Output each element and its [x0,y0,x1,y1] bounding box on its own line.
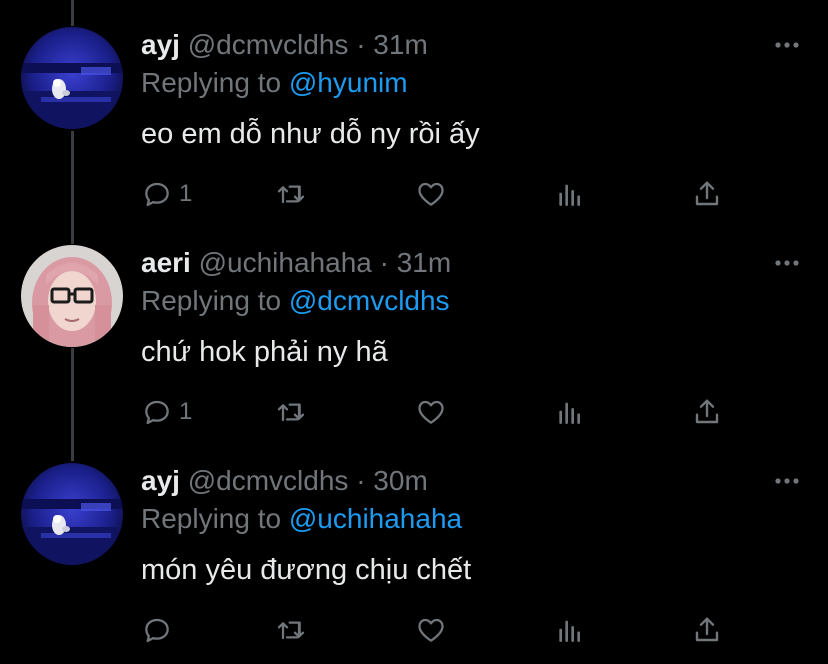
username[interactable]: @dcmvcldhs [188,29,349,60]
retweet-button[interactable] [275,174,307,214]
reply-icon [145,618,169,643]
like-button[interactable] [415,610,447,650]
reply-count: 1 [179,398,193,425]
retweet-button[interactable] [275,392,307,432]
like-icon [418,400,444,424]
replying-to-label: Replying to [141,503,282,534]
share-button[interactable] [691,174,723,214]
replying-to-label: Replying to [141,67,282,98]
retweet-button[interactable] [275,610,307,650]
share-button[interactable] [691,392,723,432]
avatar[interactable] [21,27,123,129]
reply-count: 1 [179,180,193,207]
share-icon [695,617,719,642]
separator: · [379,247,389,278]
share-button[interactable] [691,610,723,650]
tweet-text: món yêu đương chịu chết [141,554,472,586]
avatar[interactable] [21,463,123,565]
replying-to: Replying to @dcmvcldhs [141,284,450,318]
reply-icon [145,400,169,425]
analytics-icon [559,402,580,424]
tweet[interactable]: ayj @dcmvcldhs · 31m Replying to @hyunim… [0,0,828,218]
timestamp[interactable]: 30m [373,465,427,496]
mention-link[interactable]: @uchihahaha [289,503,462,534]
share-icon [695,181,719,206]
analytics-button[interactable] [554,610,586,650]
separator: · [356,29,366,60]
mention-link[interactable]: @dcmvcldhs [289,285,450,316]
reply-button[interactable]: 1 [141,174,192,214]
reply-icon [145,182,169,207]
tweet[interactable]: ayj @dcmvcldhs · 30m Replying to @uchiha… [0,436,828,654]
tweet-header: aeri @uchihahaha · 31m [141,246,451,280]
more-icon[interactable] [774,476,800,486]
like-button[interactable] [415,392,447,432]
tweet-text: chứ hok phải ny hã [141,336,388,368]
analytics-button[interactable] [554,174,586,214]
username[interactable]: @dcmvcldhs [188,465,349,496]
display-name[interactable]: ayj [141,29,180,60]
mention-link[interactable]: @hyunim [289,67,408,98]
reply-button[interactable]: 1 [141,392,192,432]
tweet-actions: 1 [141,174,741,214]
tweet[interactable]: aeri @uchihahaha · 31m Replying to @dcmv… [0,218,828,436]
more-icon[interactable] [774,258,800,268]
retweet-icon [277,185,305,204]
share-icon [695,399,719,424]
tweet-header: ayj @dcmvcldhs · 30m [141,464,428,498]
like-button[interactable] [415,174,447,214]
tweet-actions: 1 [141,392,741,432]
replying-to: Replying to @hyunim [141,66,408,100]
tweet-header: ayj @dcmvcldhs · 31m [141,28,428,62]
retweet-icon [277,621,305,640]
like-icon [418,618,444,642]
tweet-actions [141,610,741,650]
display-name[interactable]: ayj [141,465,180,496]
replying-to-label: Replying to [141,285,282,316]
timestamp[interactable]: 31m [373,29,427,60]
reply-button[interactable] [141,610,179,650]
username[interactable]: @uchihahaha [199,247,372,278]
analytics-button[interactable] [554,392,586,432]
separator: · [356,465,366,496]
timestamp[interactable]: 31m [397,247,451,278]
display-name[interactable]: aeri [141,247,191,278]
more-icon[interactable] [774,40,800,50]
like-icon [418,182,444,206]
replying-to: Replying to @uchihahaha [141,502,462,536]
analytics-icon [559,184,580,206]
retweet-icon [277,403,305,422]
avatar[interactable] [21,245,123,347]
analytics-icon [559,620,580,642]
tweet-text: eo em dỗ như dỗ ny rồi ấy [141,118,480,150]
